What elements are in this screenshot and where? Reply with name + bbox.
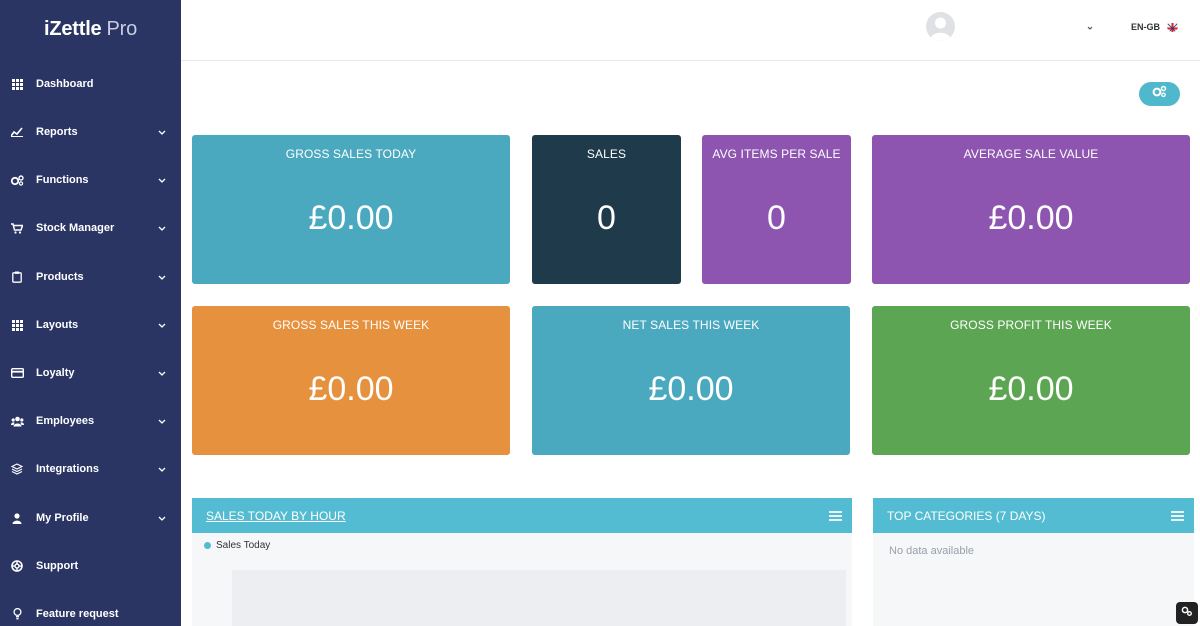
chevron-down-icon[interactable] bbox=[1085, 20, 1097, 32]
stat-value: £0.00 bbox=[308, 199, 394, 237]
sidebar-item-products[interactable]: Products bbox=[0, 264, 181, 290]
chevron-down-icon bbox=[157, 178, 167, 183]
sidebar-item-label: My Profile bbox=[36, 512, 89, 524]
cogs-icon bbox=[1181, 604, 1193, 622]
sidebar-item-reports[interactable]: Reports bbox=[0, 119, 181, 145]
stat-value: £0.00 bbox=[308, 370, 394, 408]
stat-value: 0 bbox=[767, 199, 786, 237]
empty-state-text: No data available bbox=[889, 545, 975, 557]
stat-card-sales: SALES 0 bbox=[532, 135, 681, 284]
sidebar-item-label: Dashboard bbox=[36, 78, 94, 90]
stat-value: £0.00 bbox=[988, 370, 1074, 408]
sidebar-item-label: Reports bbox=[36, 126, 78, 138]
dashboard-settings-button[interactable] bbox=[1139, 82, 1180, 106]
chevron-down-icon bbox=[157, 516, 167, 521]
clipboard-icon bbox=[10, 270, 24, 284]
corner-link-button[interactable] bbox=[1176, 602, 1198, 624]
cart-icon bbox=[10, 221, 24, 235]
stat-value: £0.00 bbox=[648, 370, 734, 408]
hamburger-menu-icon[interactable] bbox=[1171, 510, 1184, 521]
sidebar-item-support[interactable]: Support bbox=[0, 553, 181, 579]
chart-legend[interactable]: Sales Today bbox=[204, 540, 270, 551]
stat-title: GROSS SALES TODAY bbox=[285, 147, 417, 161]
grid-icon bbox=[10, 318, 24, 332]
sales-today-link[interactable]: SALES TODAY BY HOUR bbox=[206, 509, 829, 523]
panel-title: TOP CATEGORIES (7 DAYS) bbox=[887, 508, 1046, 523]
stat-title: AVG ITEMS PER SALE bbox=[712, 147, 841, 161]
stat-value: £0.00 bbox=[988, 199, 1074, 237]
uk-flag-icon[interactable] bbox=[1167, 21, 1178, 32]
lightbulb-icon bbox=[10, 607, 24, 621]
brand-logo[interactable]: iZettle Pro bbox=[0, 0, 181, 58]
hamburger-menu-icon[interactable] bbox=[829, 510, 842, 521]
sidebar-item-label: Employees bbox=[36, 415, 95, 427]
stat-card-gross-sales-today: GROSS SALES TODAY £0.00 bbox=[192, 135, 510, 284]
credit-card-icon bbox=[10, 366, 24, 380]
sidebar-item-dashboard[interactable]: Dashboard bbox=[0, 71, 181, 97]
stat-card-gross-profit-this-week: GROSS PROFIT THIS WEEK £0.00 bbox=[872, 306, 1190, 455]
cogs-icon bbox=[1152, 85, 1167, 103]
sidebar: iZettle Pro Dashboard Reports Functions … bbox=[0, 0, 181, 626]
top-categories-panel: TOP CATEGORIES (7 DAYS) No data availabl… bbox=[873, 498, 1194, 626]
chevron-down-icon bbox=[157, 275, 167, 280]
legend-label: Sales Today bbox=[216, 540, 271, 551]
chevron-down-icon bbox=[157, 467, 167, 472]
legend-dot bbox=[204, 542, 211, 549]
sidebar-item-label: Layouts bbox=[36, 319, 79, 331]
stat-card-avg-items-per-sale: AVG ITEMS PER SALE 0 bbox=[702, 135, 851, 284]
users-icon bbox=[10, 414, 24, 428]
brand-suffix: Pro bbox=[106, 17, 138, 40]
stat-title: GROSS PROFIT THIS WEEK bbox=[950, 318, 1112, 332]
sidebar-item-label: Loyalty bbox=[36, 367, 75, 379]
chevron-down-icon bbox=[157, 371, 167, 376]
chart-line-icon bbox=[10, 125, 24, 139]
chart-area bbox=[232, 570, 846, 626]
sidebar-item-functions[interactable]: Functions bbox=[0, 167, 181, 193]
avatar[interactable] bbox=[926, 12, 955, 41]
panel-title: SALES TODAY BY HOUR bbox=[206, 508, 346, 523]
sidebar-item-label: Functions bbox=[36, 174, 89, 186]
top-bar: EN-GB bbox=[181, 0, 1200, 61]
user-icon bbox=[10, 511, 24, 525]
sidebar-item-label: Stock Manager bbox=[36, 222, 115, 234]
sidebar-item-layouts[interactable]: Layouts bbox=[0, 312, 181, 338]
stat-title: GROSS SALES THIS WEEK bbox=[272, 318, 430, 332]
sidebar-item-stock-manager[interactable]: Stock Manager bbox=[0, 215, 181, 241]
panel-header: TOP CATEGORIES (7 DAYS) bbox=[873, 498, 1194, 533]
grid-icon bbox=[10, 77, 24, 91]
stat-card-net-sales-this-week: NET SALES THIS WEEK £0.00 bbox=[532, 306, 850, 455]
stat-title: AVERAGE SALE VALUE bbox=[963, 147, 1099, 161]
lifebuoy-icon bbox=[10, 559, 24, 573]
chevron-down-icon bbox=[157, 323, 167, 328]
language-selector[interactable]: EN-GB bbox=[1131, 22, 1160, 32]
stat-title: SALES bbox=[586, 147, 627, 161]
sales-today-panel: SALES TODAY BY HOUR Sales Today bbox=[192, 498, 852, 626]
chevron-down-icon bbox=[157, 130, 167, 135]
sidebar-item-my-profile[interactable]: My Profile bbox=[0, 505, 181, 531]
chevron-down-icon bbox=[157, 226, 167, 231]
sidebar-item-label: Support bbox=[36, 560, 79, 572]
stat-card-gross-sales-this-week: GROSS SALES THIS WEEK £0.00 bbox=[192, 306, 510, 455]
sidebar-item-employees[interactable]: Employees bbox=[0, 408, 181, 434]
chevron-down-icon bbox=[157, 419, 167, 424]
sidebar-item-label: Products bbox=[36, 271, 84, 283]
layers-icon bbox=[10, 462, 24, 476]
stat-card-average-sale-value: AVERAGE SALE VALUE £0.00 bbox=[872, 135, 1190, 284]
sidebar-item-label: Feature request bbox=[36, 608, 119, 620]
sidebar-item-label: Integrations bbox=[36, 463, 99, 475]
panel-header: SALES TODAY BY HOUR bbox=[192, 498, 852, 533]
cogs-icon bbox=[10, 173, 24, 187]
sidebar-item-feature-request[interactable]: Feature request bbox=[0, 601, 181, 626]
stat-value: 0 bbox=[597, 199, 616, 237]
stat-title: NET SALES THIS WEEK bbox=[622, 318, 760, 332]
sidebar-item-loyalty[interactable]: Loyalty bbox=[0, 360, 181, 386]
sidebar-item-integrations[interactable]: Integrations bbox=[0, 456, 181, 482]
brand-name: iZettle bbox=[43, 17, 102, 40]
